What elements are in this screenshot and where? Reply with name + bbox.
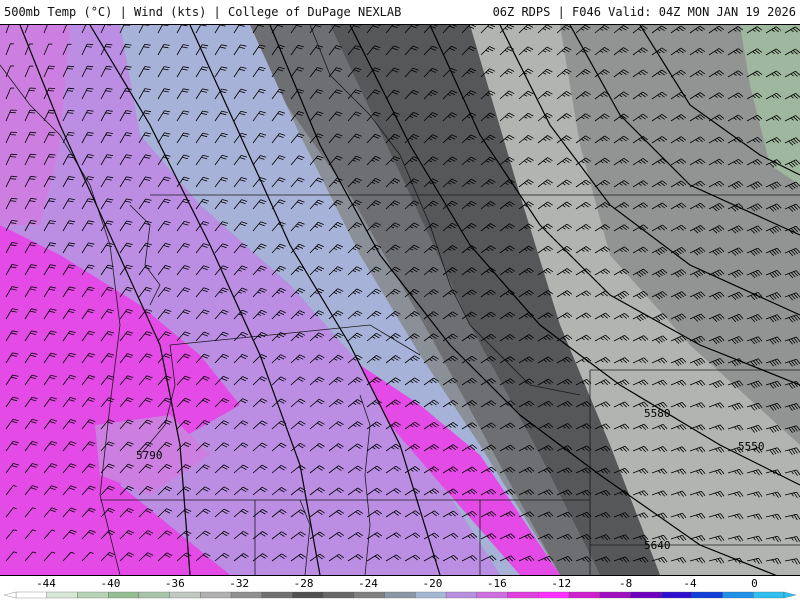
colorbar-tick-label: -24 bbox=[358, 577, 378, 590]
map-title: 500mb Temp (°C) | Wind (kts) | College o… bbox=[4, 5, 402, 19]
colorbar-arrow-right bbox=[783, 591, 797, 599]
colorbar-swatch bbox=[384, 591, 416, 599]
colorbar-tick-label: -32 bbox=[229, 577, 249, 590]
colorbar-tick-label: -28 bbox=[294, 577, 314, 590]
colorbar-swatch bbox=[230, 591, 262, 599]
colorbar-swatch bbox=[630, 591, 662, 599]
colorbar-tick-label: -44 bbox=[36, 577, 56, 590]
contour-label-5580: 5580 bbox=[644, 407, 671, 420]
colorbar-swatch bbox=[568, 591, 600, 599]
colorbar-swatch bbox=[415, 591, 447, 599]
colorbar-swatch bbox=[77, 591, 109, 599]
colorbar-swatch bbox=[753, 591, 785, 599]
colorbar-tick-label: -40 bbox=[100, 577, 120, 590]
colorbar-tick-labels: -44 -40 -36 -32 -28 -24 -20 -16 -12 -8 -4 0 bbox=[36, 577, 758, 590]
colorbar-swatches bbox=[3, 591, 797, 599]
colorbar-swatch bbox=[292, 591, 324, 599]
contour-label-5640: 5640 bbox=[644, 539, 671, 552]
colorbar-swatch bbox=[46, 591, 78, 599]
colorbar-tick-label: -12 bbox=[551, 577, 571, 590]
contour-label-5550: 5550 bbox=[738, 440, 765, 453]
colorbar-tick-label: -8 bbox=[619, 577, 632, 590]
colorbar-swatch bbox=[599, 591, 631, 599]
colorbar-tick-label: -20 bbox=[422, 577, 442, 590]
colorbar-swatch bbox=[538, 591, 570, 599]
weather-map: 5580 5550 5790 5640 bbox=[0, 24, 800, 576]
colorbar-swatch bbox=[691, 591, 723, 599]
colorbar-swatch bbox=[507, 591, 539, 599]
colorbar-swatch bbox=[108, 591, 140, 599]
header-bar: 500mb Temp (°C) | Wind (kts) | College o… bbox=[0, 0, 800, 24]
colorbar-swatch bbox=[169, 591, 201, 599]
colorbar-swatch bbox=[445, 591, 477, 599]
colorbar-swatch bbox=[722, 591, 754, 599]
colorbar-tick-label: -16 bbox=[487, 577, 507, 590]
model-valid-time: 06Z RDPS | F046 Valid: 04Z MON JAN 19 20… bbox=[492, 5, 796, 19]
contour-label-5790: 5790 bbox=[136, 449, 163, 462]
colorbar-swatch bbox=[15, 591, 47, 599]
colorbar-swatch bbox=[261, 591, 293, 599]
colorbar-arrow-left bbox=[3, 591, 17, 599]
colorbar-tick-label: -36 bbox=[165, 577, 185, 590]
colorbar-swatch bbox=[660, 591, 692, 599]
colorbar-tick-label: 0 bbox=[751, 577, 758, 590]
colorbar-tick-label: -4 bbox=[683, 577, 697, 590]
colorbar-swatch bbox=[323, 591, 355, 599]
colorbar-swatch bbox=[476, 591, 508, 599]
temperature-colorbar: -44 -40 -36 -32 -28 -24 -20 -16 -12 -8 -4 0 bbox=[0, 576, 800, 600]
colorbar-swatch bbox=[200, 591, 232, 599]
colorbar-swatch bbox=[138, 591, 170, 599]
colorbar-swatch bbox=[353, 591, 385, 599]
